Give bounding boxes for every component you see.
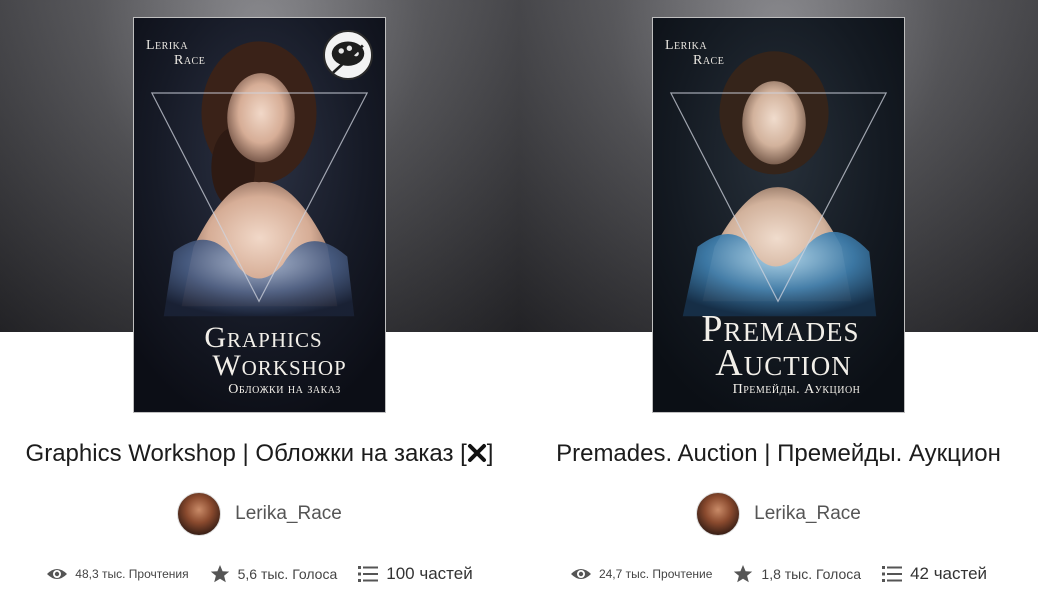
cover-author-line2: Race [693,53,725,68]
author-link[interactable]: Lerika_Race [0,492,519,536]
parts-count: 100 частей [386,564,473,583]
cover-title: Premades Auction Премейды. Аукцион [653,308,904,398]
association-badge-icon [323,30,373,80]
book-title-text: Premades. Auction | Премейды. Аукцион [556,440,1001,467]
cover-author: Lerika Race [665,38,724,68]
votes-count: 5,6 тыс. Голоса [237,566,338,582]
book-card-premades-auction: Lerika Race Premades Auction Премейды. А… [519,0,1038,600]
list-icon [357,563,379,585]
book-title-link[interactable]: Graphics Workshop | Обложки на заказ [] [0,440,519,468]
author-link[interactable]: Lerika_Race [519,492,1038,536]
author-name[interactable]: Lerika_Race [235,503,342,525]
reads-stat: 24,7 тыс. Прочтение [570,563,712,585]
star-icon [732,563,754,585]
cover-author: Lerika Race [146,38,205,68]
cover-title-line1: Premades [701,308,860,350]
votes-count: 1,8 тыс. Голоса [761,566,862,582]
book-card-graphics-workshop: Lerika Race Graphics Workshop Обложки на… [0,0,519,600]
reads-count: 48,3 тыс. Прочтения [75,567,189,581]
cover-subtitle: Премейды. Аукцион [732,382,861,397]
book-stats: 48,3 тыс. Прочтения 5,6 тыс. Голоса 100 … [0,563,519,585]
votes-stat: 1,8 тыс. Голоса [732,563,861,585]
book-title-suffix: ] [486,440,494,467]
book-cover[interactable]: Lerika Race Premades Auction Премейды. А… [652,17,905,413]
eye-icon [570,563,592,585]
author-name[interactable]: Lerika_Race [754,503,861,525]
parts-count: 42 частей [910,564,988,583]
close-icon [467,442,487,462]
cover-author-line1: Lerika [665,38,708,53]
cover-subtitle: Обложки на заказ [228,382,341,397]
book-cover[interactable]: Lerika Race Graphics Workshop Обложки на… [133,17,386,413]
cover-title-line1: Graphics [204,321,323,354]
book-stats: 24,7 тыс. Прочтение 1,8 тыс. Голоса 42 ч… [519,563,1038,585]
parts-stat: 42 частей [881,563,987,585]
cover-title-line2: Workshop [212,349,347,382]
list-icon [881,563,903,585]
parts-stat: 100 частей [357,563,473,585]
cover-author-line1: Lerika [146,38,189,53]
reads-stat: 48,3 тыс. Прочтения [46,563,189,585]
eye-icon [46,563,68,585]
book-title-text: Graphics Workshop | Обложки на заказ [ [25,440,467,467]
reads-count: 24,7 тыс. Прочтение [598,567,713,581]
cover-author-line2: Race [174,53,206,68]
avatar[interactable] [177,492,222,536]
cover-title: Graphics Workshop Обложки на заказ [134,321,385,398]
avatar[interactable] [696,492,741,536]
votes-stat: 5,6 тыс. Голоса [209,563,338,585]
cover-title-line2: Auction [715,342,852,384]
book-title-link[interactable]: Premades. Auction | Премейды. Аукцион [519,440,1038,468]
star-icon [209,563,231,585]
